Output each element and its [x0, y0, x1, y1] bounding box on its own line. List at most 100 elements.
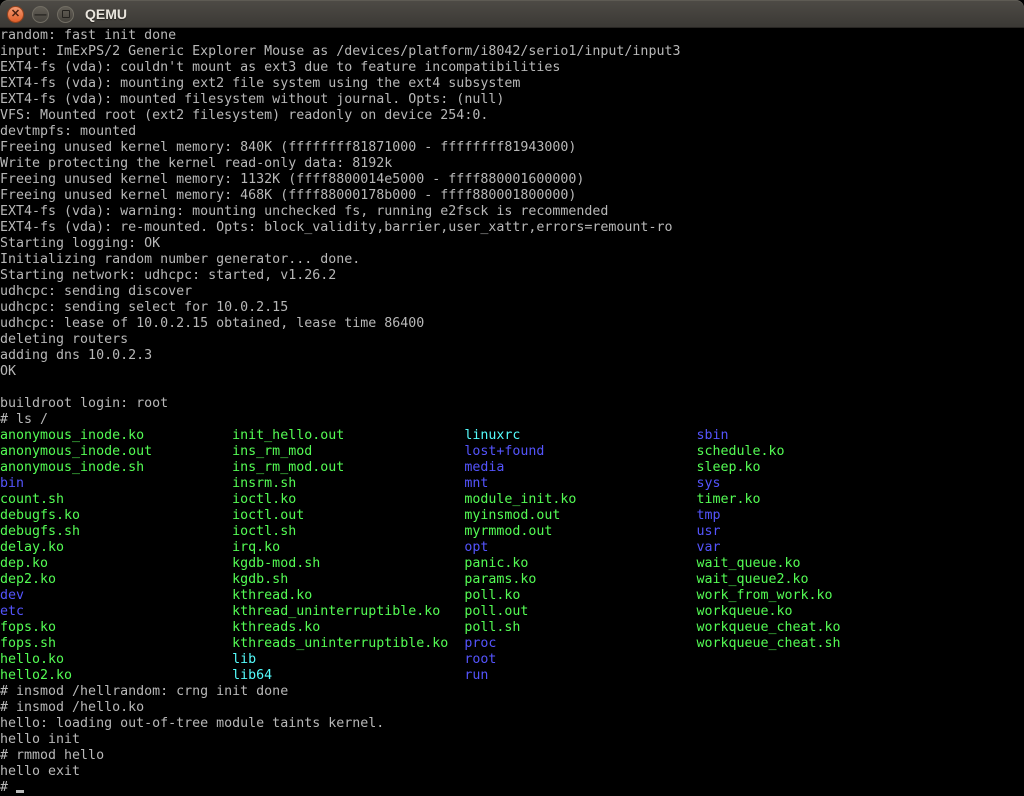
ls-entry: root	[464, 652, 696, 668]
terminal-line: Freeing unused kernel memory: 468K (ffff…	[0, 188, 1024, 204]
ls-entry: myinsmod.out	[464, 508, 696, 524]
ls-entry: poll.out	[464, 604, 696, 620]
terminal-text: # ls /	[0, 412, 48, 427]
terminal-line: Starting logging: OK	[0, 236, 1024, 252]
ls-entry: dep2.ko	[0, 572, 232, 588]
ls-entry: usr	[696, 524, 928, 540]
terminal-line: dep.kokgdb-mod.shpanic.kowait_queue.ko	[0, 556, 1024, 572]
terminal-text: hello: loading out-of-tree module taints…	[0, 716, 384, 731]
ls-entry: delay.ko	[0, 540, 232, 556]
ls-entry: kthread_uninterruptible.ko	[232, 604, 464, 620]
ls-entry: init_hello.out	[232, 428, 464, 444]
terminal-line: OK	[0, 364, 1024, 380]
ls-entry: opt	[464, 540, 696, 556]
ls-entry: anonymous_inode.out	[0, 444, 232, 460]
ls-entry: proc	[464, 636, 696, 652]
terminal-line: etckthread_uninterruptible.kopoll.outwor…	[0, 604, 1024, 620]
ls-entry: dep.ko	[0, 556, 232, 572]
ls-entry: debugfs.sh	[0, 524, 232, 540]
ls-entry: debugfs.ko	[0, 508, 232, 524]
minimize-button[interactable]: —	[32, 6, 49, 23]
terminal-line: deleting routers	[0, 332, 1024, 348]
window-controls: ✕ —	[7, 6, 74, 23]
ls-entry: lost+found	[464, 444, 696, 460]
terminal-line: Write protecting the kernel read-only da…	[0, 156, 1024, 172]
terminal-text: input: ImExPS/2 Generic Explorer Mouse a…	[0, 44, 680, 59]
terminal-text	[0, 380, 8, 395]
terminal-text: VFS: Mounted root (ext2 filesystem) read…	[0, 108, 488, 123]
ls-entry: params.ko	[464, 572, 696, 588]
terminal-line: count.shioctl.komodule_init.kotimer.ko	[0, 492, 1024, 508]
terminal-line: debugfs.shioctl.shmyrmmod.outusr	[0, 524, 1024, 540]
ls-entry: workqueue.ko	[696, 604, 928, 620]
ls-entry: poll.sh	[464, 620, 696, 636]
ls-entry: kthread.ko	[232, 588, 464, 604]
ls-entry: lib	[232, 652, 464, 668]
ls-entry: linuxrc	[464, 428, 696, 444]
ls-entry: module_init.ko	[464, 492, 696, 508]
terminal-line: hello: loading out-of-tree module taints…	[0, 716, 1024, 732]
ls-entry: myrmmod.out	[464, 524, 696, 540]
terminal-text: Starting network: udhcpc: started, v1.26…	[0, 268, 336, 283]
ls-entry: fops.ko	[0, 620, 232, 636]
close-button[interactable]: ✕	[7, 6, 24, 23]
terminal-text: udhcpc: lease of 10.0.2.15 obtained, lea…	[0, 316, 424, 331]
terminal-text: EXT4-fs (vda): mounting ext2 file system…	[0, 76, 520, 91]
maximize-button[interactable]	[57, 6, 74, 23]
terminal-line: EXT4-fs (vda): warning: mounting uncheck…	[0, 204, 1024, 220]
ls-entry: media	[464, 460, 696, 476]
terminal-line: adding dns 10.0.2.3	[0, 348, 1024, 364]
terminal-text: # insmod /hellrandom: crng init done	[0, 684, 288, 699]
ls-entry: workqueue_cheat.sh	[696, 636, 928, 652]
ls-entry: wait_queue.ko	[696, 556, 928, 572]
terminal-text: EXT4-fs (vda): couldn't mount as ext3 du…	[0, 60, 560, 75]
terminal-text: random: fast init done	[0, 28, 176, 43]
close-icon: ✕	[11, 9, 20, 20]
ls-entry: wait_queue2.ko	[696, 572, 928, 588]
terminal-screen[interactable]: random: fast init doneinput: ImExPS/2 Ge…	[0, 28, 1024, 796]
terminal-line: bininsrm.shmntsys	[0, 476, 1024, 492]
terminal-line: EXT4-fs (vda): mounted filesystem withou…	[0, 92, 1024, 108]
ls-entry: kthreads.ko	[232, 620, 464, 636]
ls-entry: sbin	[696, 428, 928, 444]
terminal-text: devtmpfs: mounted	[0, 124, 136, 139]
ls-entry: insrm.sh	[232, 476, 464, 492]
minimize-icon: —	[35, 8, 47, 20]
ls-entry: work_from_work.ko	[696, 588, 928, 604]
terminal-text: deleting routers	[0, 332, 128, 347]
terminal-line: udhcpc: sending select for 10.0.2.15	[0, 300, 1024, 316]
ls-entry: timer.ko	[696, 492, 928, 508]
terminal-text: EXT4-fs (vda): warning: mounting uncheck…	[0, 204, 608, 219]
terminal-line: # rmmod hello	[0, 748, 1024, 764]
terminal-line: random: fast init done	[0, 28, 1024, 44]
ls-entry: kgdb.sh	[232, 572, 464, 588]
terminal-line: devtmpfs: mounted	[0, 124, 1024, 140]
terminal-text: Write protecting the kernel read-only da…	[0, 156, 392, 171]
terminal-line: anonymous_inode.koinit_hello.outlinuxrcs…	[0, 428, 1024, 444]
ls-entry: bin	[0, 476, 232, 492]
terminal-line: devkthread.kopoll.kowork_from_work.ko	[0, 588, 1024, 604]
terminal-line: Freeing unused kernel memory: 840K (ffff…	[0, 140, 1024, 156]
ls-entry: ins_rm_mod.out	[232, 460, 464, 476]
terminal-text: hello exit	[0, 764, 80, 779]
terminal-text: # insmod /hello.ko	[0, 700, 144, 715]
ls-entry: var	[696, 540, 928, 556]
ls-entry: panic.ko	[464, 556, 696, 572]
terminal-text: Starting logging: OK	[0, 236, 160, 251]
ls-entry: count.sh	[0, 492, 232, 508]
terminal-text: Freeing unused kernel memory: 1132K (fff…	[0, 172, 584, 187]
terminal-text: adding dns 10.0.2.3	[0, 348, 152, 363]
terminal-text: Freeing unused kernel memory: 468K (ffff…	[0, 188, 576, 203]
ls-entry: lib64	[232, 668, 464, 684]
terminal-text: buildroot login: root	[0, 396, 168, 411]
ls-entry: hello.ko	[0, 652, 232, 668]
ls-entry: mnt	[464, 476, 696, 492]
terminal-line: # insmod /hellrandom: crng init done	[0, 684, 1024, 700]
terminal-line: Freeing unused kernel memory: 1132K (fff…	[0, 172, 1024, 188]
terminal-text: udhcpc: sending select for 10.0.2.15	[0, 300, 288, 315]
terminal-line: #	[0, 780, 1024, 796]
terminal-line: udhcpc: lease of 10.0.2.15 obtained, lea…	[0, 316, 1024, 332]
terminal-line: fops.shkthreads_uninterruptible.koprocwo…	[0, 636, 1024, 652]
terminal-cursor	[16, 790, 24, 793]
terminal-line: Initializing random number generator... …	[0, 252, 1024, 268]
